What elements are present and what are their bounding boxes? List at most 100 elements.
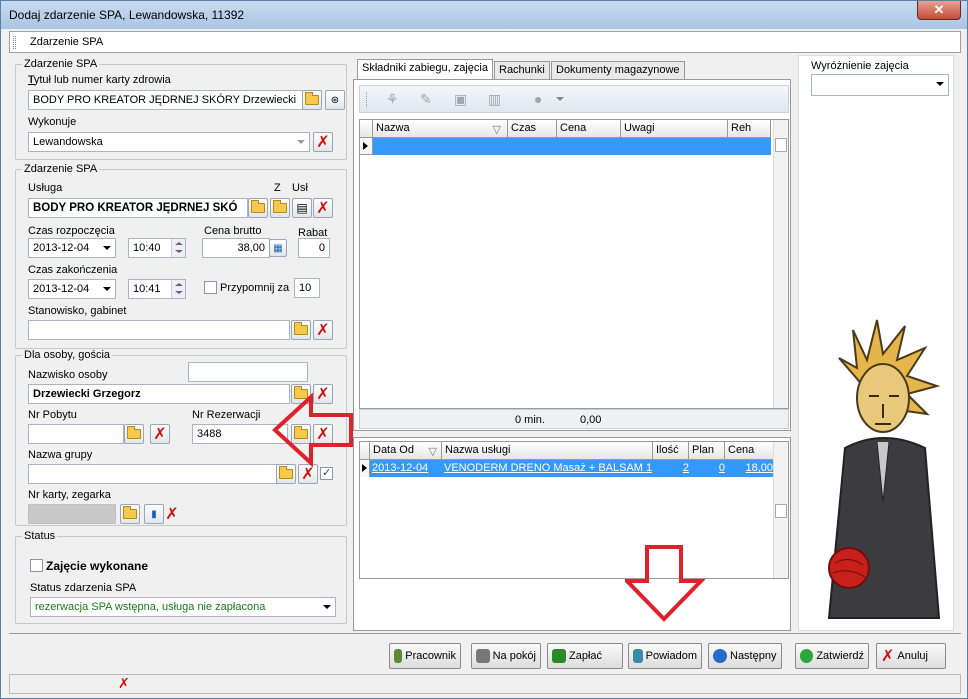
price-label: Cena brutto xyxy=(204,225,262,237)
cell-qty: 2 xyxy=(682,462,689,474)
delete-icon: ✗ xyxy=(316,320,330,339)
z-label: Z xyxy=(274,182,281,194)
start-time-value: 10:40 xyxy=(133,242,161,254)
calculator-button[interactable]: ▦ xyxy=(269,239,287,257)
remind-checkbox[interactable] xyxy=(204,281,217,294)
start-date-picker[interactable]: 2013-12-04 xyxy=(28,238,116,258)
cancel-button[interactable]: ✗ Anuluj xyxy=(876,643,946,669)
confirm-button[interactable]: Zatwierdź xyxy=(795,643,869,669)
end-date-picker[interactable]: 2013-12-04 xyxy=(28,279,116,299)
cell-plan: 0 xyxy=(718,462,725,474)
group-title: Zdarzenie SPA xyxy=(22,163,100,175)
tab-rachunki[interactable]: Rachunki xyxy=(494,61,550,79)
browse-stay-button[interactable] xyxy=(124,424,144,444)
edit-icon[interactable]: ✎ xyxy=(420,91,432,108)
service-input[interactable]: BODY PRO KREATOR JĘDRNEJ SKÓ xyxy=(28,198,248,218)
remind-input[interactable]: 10 xyxy=(294,278,320,298)
browse-service-button[interactable] xyxy=(248,198,268,218)
clear-performer-button[interactable]: ✗ xyxy=(313,132,333,152)
col-cena[interactable]: Cena xyxy=(557,120,621,138)
room-icon xyxy=(476,649,490,663)
scan-button[interactable]: ⊛ xyxy=(325,90,345,110)
spinner-icon[interactable] xyxy=(171,239,185,257)
document-icon: ▤ xyxy=(296,201,308,215)
highlight-select[interactable] xyxy=(811,74,949,96)
group-name-input[interactable] xyxy=(28,464,278,484)
remind-label: Przypomnij za xyxy=(220,282,290,294)
clear-card-button[interactable]: ✗ xyxy=(162,504,182,524)
clear-station-button[interactable]: ✗ xyxy=(313,320,333,340)
paint-icon[interactable]: ● xyxy=(534,91,542,107)
group-checkbox[interactable]: ✓ xyxy=(320,467,333,480)
service-details-button[interactable]: ▤ xyxy=(292,198,312,218)
surname-search-input[interactable] xyxy=(188,362,308,382)
vertical-scrollbar[interactable] xyxy=(773,120,788,408)
spinner-icon[interactable] xyxy=(171,280,185,298)
grip-icon xyxy=(366,92,369,107)
stay-input[interactable] xyxy=(28,424,124,444)
tab-zdarzenie-spa[interactable]: Zdarzenie SPA xyxy=(9,31,961,53)
notify-button[interactable]: Powiadom xyxy=(628,643,702,669)
clear-service-button[interactable]: ✗ xyxy=(313,198,333,218)
clear-group-button[interactable]: ✗ xyxy=(298,464,318,484)
tab-dokumenty[interactable]: Dokumenty magazynowe xyxy=(551,61,685,79)
row-pointer-icon xyxy=(362,464,367,472)
browse-card-button[interactable] xyxy=(120,504,140,524)
service-label: Usługa xyxy=(28,182,63,194)
done-checkbox[interactable] xyxy=(30,559,43,572)
row-header xyxy=(360,442,370,460)
col-ilosc[interactable]: Ilość xyxy=(653,442,689,460)
check-icon xyxy=(800,649,814,663)
add-icon[interactable]: ⚘ xyxy=(386,91,399,108)
people-icon xyxy=(394,649,403,663)
pay-button[interactable]: Zapłać xyxy=(547,643,623,669)
col-reh[interactable]: Reh xyxy=(728,120,771,138)
divider xyxy=(9,633,961,634)
cell-date: 2013-12-04 xyxy=(372,462,429,474)
employee-button[interactable]: Pracownik xyxy=(389,643,461,669)
done-label: Zajęcie wykonane xyxy=(46,559,149,573)
col-data-od[interactable]: Data Od ▽ xyxy=(370,442,442,460)
clear-stay-button[interactable]: ✗ xyxy=(150,424,170,444)
scroll-thumb xyxy=(775,138,787,152)
browse-button[interactable] xyxy=(302,90,322,110)
close-button[interactable]: ✕ xyxy=(917,1,961,20)
col-nazwa-uslugi[interactable]: Nazwa usługi xyxy=(442,442,653,460)
calculator-icon: ▦ xyxy=(273,242,283,254)
col-czas[interactable]: Czas xyxy=(508,120,557,138)
chevron-down-icon[interactable] xyxy=(556,97,564,101)
scroll-icon[interactable]: ▥ xyxy=(488,91,501,108)
close-icon: ✗ xyxy=(881,646,895,665)
selected-row[interactable] xyxy=(373,138,771,155)
station-label: Stanowisko, gabinet xyxy=(28,305,127,317)
col-cena[interactable]: Cena xyxy=(725,442,775,460)
end-time-input[interactable]: 10:41 xyxy=(128,279,186,299)
price-input[interactable]: 38,00 xyxy=(202,238,270,258)
table-row[interactable]: 2013-12-04 VENODERM DRENO Masaż + BALSAM… xyxy=(370,460,775,477)
start-time-input[interactable]: 10:40 xyxy=(128,238,186,258)
person-input[interactable]: Drzewiecki Grzegorz xyxy=(28,384,290,404)
tab-skladniki[interactable]: Składniki zabiegu, zajęcia xyxy=(357,59,493,79)
to-room-button[interactable]: Na pokój xyxy=(471,643,541,669)
title-bar[interactable]: Dodaj zdarzenie SPA, Lewandowska, 11392 … xyxy=(1,1,967,29)
browse-group-button[interactable] xyxy=(276,464,296,484)
status-value: rezerwacja SPA wstępna, usługa nie zapła… xyxy=(35,601,266,613)
col-nazwa[interactable]: Nazwa ▽ xyxy=(373,120,508,138)
browse-station-button[interactable] xyxy=(291,320,311,340)
group-status: Status Zajęcie wykonane Status zdarzenia… xyxy=(15,530,347,624)
basket-icon[interactable]: ▣ xyxy=(454,91,467,108)
card-input[interactable]: BODY PRO KREATOR JĘDRNEJ SKÓRY Drzewieck… xyxy=(28,90,303,110)
group-name-label: Nazwa grupy xyxy=(28,449,93,461)
start-label: Czas rozpoczęcia xyxy=(28,225,115,237)
performer-select[interactable]: Lewandowska xyxy=(28,132,310,152)
col-uwagi[interactable]: Uwagi xyxy=(621,120,728,138)
components-grid: Nazwa ▽ Czas Cena Uwagi Reh xyxy=(359,119,789,409)
card-info-button[interactable]: ▮ xyxy=(144,504,164,524)
next-button[interactable]: Następny xyxy=(708,643,782,669)
vertical-scrollbar[interactable] xyxy=(773,442,788,578)
browse-z-button[interactable] xyxy=(270,198,290,218)
discount-input[interactable]: 0 xyxy=(298,238,330,258)
station-input[interactable] xyxy=(28,320,290,340)
col-plan[interactable]: Plan xyxy=(689,442,725,460)
status-select[interactable]: rezerwacja SPA wstępna, usługa nie zapła… xyxy=(30,597,336,617)
